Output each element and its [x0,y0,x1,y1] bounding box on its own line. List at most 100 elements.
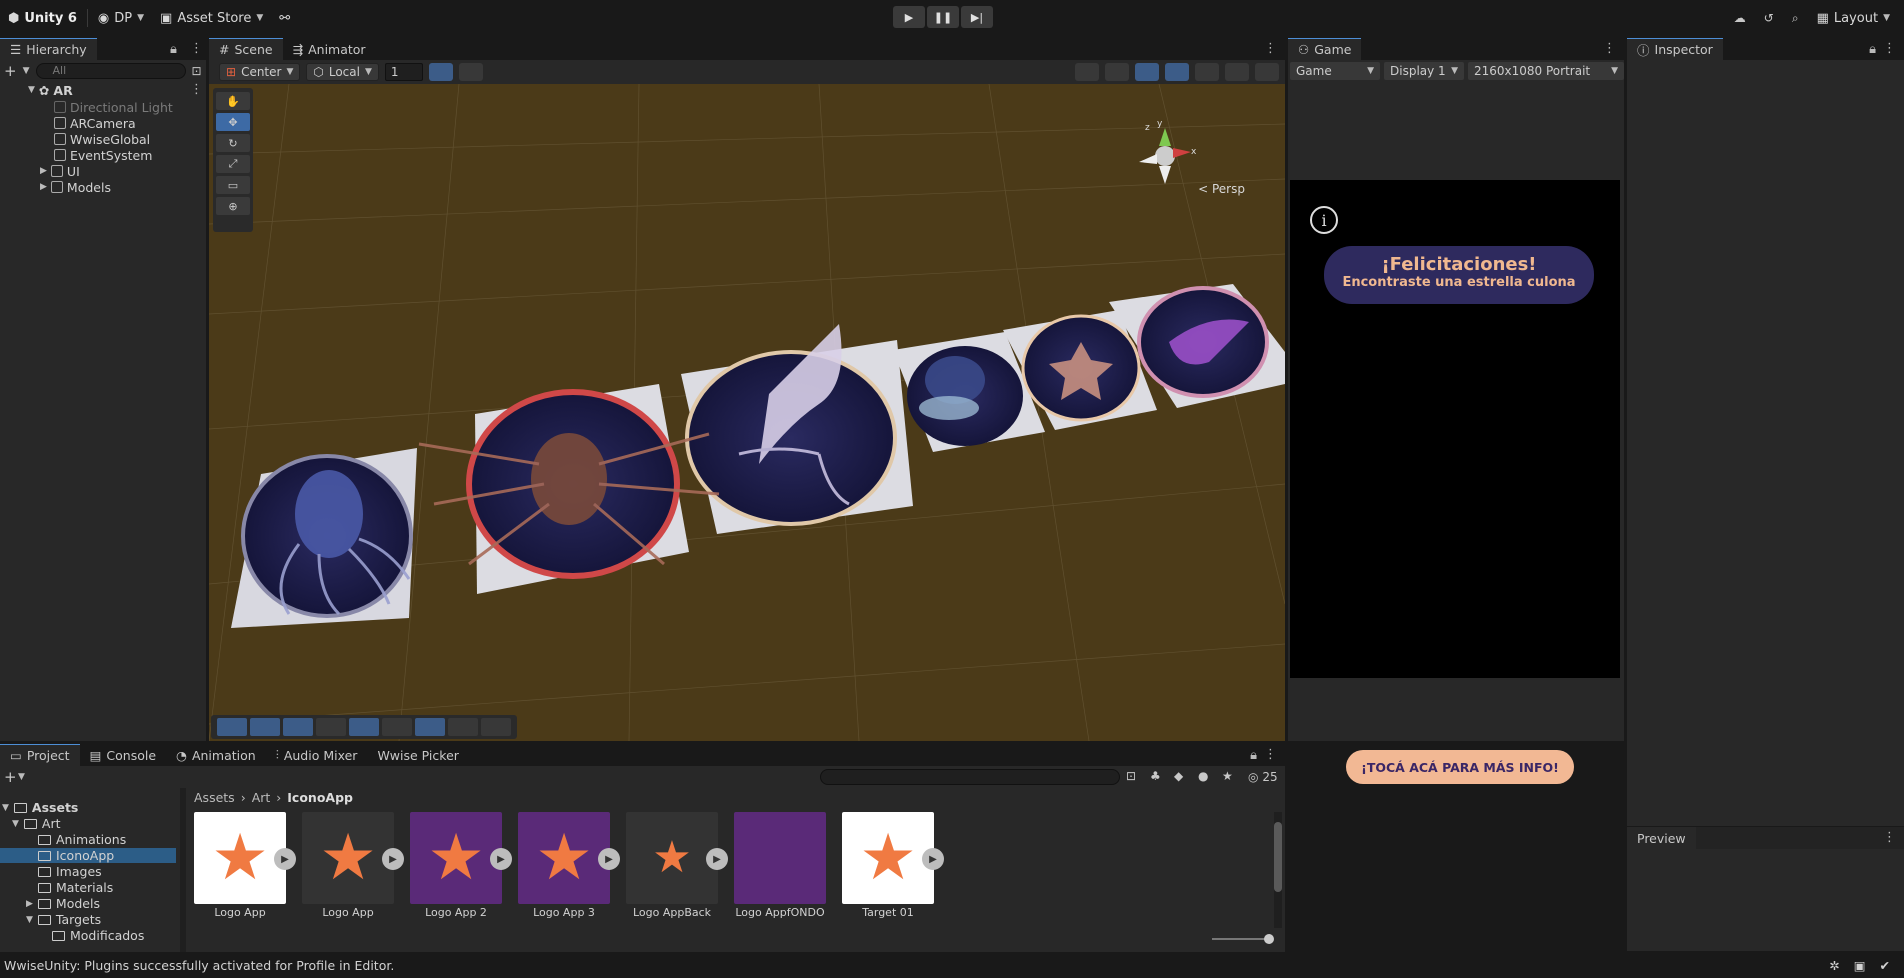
tree-item-models[interactable]: ▶ Models [26,896,100,911]
chevron-right-icon[interactable]: ▶ [40,166,47,176]
layers-dropdown[interactable] [1195,63,1219,81]
overlay-probe-button[interactable] [349,718,379,736]
progress-icon[interactable]: ▣ [1854,958,1866,973]
rotate-tool-button[interactable]: ↻ [216,134,250,152]
tab-wwise-picker[interactable]: Wwise Picker [367,744,468,766]
asset-item[interactable]: ★ ▶ Logo App 2 [402,812,512,922]
display-dropdown[interactable]: Display 1 ▼ [1384,62,1464,80]
audio-toggle-button[interactable] [1135,63,1159,81]
asset-item[interactable]: Logo AppfONDO [726,812,834,922]
play-icon[interactable]: ▶ [598,848,620,870]
tree-item-assets[interactable]: ▼ Assets [2,800,78,815]
rect-tool-button[interactable]: ▭ [216,176,250,194]
unity-logo-menu[interactable]: ⬢ Unity 6 [0,6,85,30]
grid-visibility-button[interactable] [458,63,483,81]
asset-item[interactable]: ★ ▶ Logo App 3 [510,812,620,922]
transform-tool-button[interactable]: ⊕ [216,197,250,215]
overlay-align-button[interactable] [250,718,280,736]
filter-icon[interactable]: ♣ [1150,769,1161,783]
tab-animator[interactable]: ⇶ Animator [283,38,376,60]
tab-project[interactable]: ▭ Project [0,744,80,766]
more-icon[interactable]: ⋮ [1883,830,1896,845]
tab-preview[interactable]: Preview [1627,827,1696,849]
tab-game[interactable]: ⚇ Game [1288,38,1362,60]
hierarchy-item-ui[interactable]: ▶ UI [40,163,80,179]
tab-scene[interactable]: # Scene [209,38,283,60]
info-icon[interactable]: i [1310,206,1338,234]
tab-inspector[interactable]: ⓘ Inspector [1627,38,1723,60]
tree-item-images[interactable]: Images [38,864,102,879]
camera-dropdown[interactable] [1225,63,1249,81]
lock-icon[interactable]: 🔒︎ [1250,748,1257,763]
hierarchy-item-eventsystem[interactable]: EventSystem [54,147,152,163]
status-message[interactable]: WwiseUnity: Plugins successfully activat… [4,958,394,973]
tree-item-iconoapp[interactable]: IconoApp [0,848,176,863]
asset-store-dropdown[interactable]: ▣ Asset Store ▼ [152,6,271,30]
tree-item-art[interactable]: ▼ Art [12,816,61,831]
star-icon[interactable]: ★ [1222,769,1233,783]
grid-snap-button[interactable] [428,63,453,81]
asset-item[interactable]: ★ ▶ Logo App [294,812,404,922]
cloud-icon[interactable]: ☁ [1734,11,1746,25]
tree-item-modificados[interactable]: Modificados [52,928,144,943]
scene-viewport[interactable]: y x z ✋ ✥ ↻ ⤢ ▭ ⊕ < Persp [209,84,1285,741]
step-button[interactable]: ▶| [961,6,993,28]
move-tool-button[interactable]: ✥ [216,113,250,131]
game-view[interactable]: i ¡Felicitaciones! Encontraste una estre… [1290,180,1620,784]
game-mode-dropdown[interactable]: Game ▼ [1290,62,1380,80]
breadcrumb-art[interactable]: Art [252,790,271,805]
overlay-view-button[interactable] [481,718,511,736]
pivot-dropdown[interactable]: ⊞ Center ▼ [219,63,301,81]
version-control-button[interactable]: ⚯ [271,6,298,30]
chevron-down-icon[interactable]: ▼ [23,66,30,76]
play-icon[interactable]: ▶ [706,848,728,870]
tab-hierarchy[interactable]: ☰ Hierarchy [0,38,97,60]
overlay-move-button[interactable] [217,718,247,736]
asset-item[interactable]: ★ ▶ Logo AppBack [618,812,728,922]
overlay-shading-button[interactable] [316,718,346,736]
lighting-toggle-button[interactable] [1105,63,1129,81]
gizmos-dropdown[interactable] [1255,63,1279,81]
overlay-zoom-button[interactable] [382,718,412,736]
tree-item-materials[interactable]: Materials [38,880,113,895]
chevron-down-icon[interactable]: ▼ [28,85,35,95]
hierarchy-search[interactable]: All [35,63,186,79]
asset-item[interactable]: ★ ▶ Logo App [186,812,296,922]
search-icon[interactable]: ⌕ [1792,11,1799,26]
hierarchy-item-arcamera[interactable]: ARCamera [54,115,136,131]
layout-dropdown[interactable]: ▦ Layout ▼ [1817,6,1890,30]
asset-scrollbar[interactable] [1274,812,1282,928]
scale-tool-button[interactable]: ⤢ [216,155,250,173]
more-icon[interactable]: ⋮ [1603,41,1616,56]
hierarchy-item-directional-light[interactable]: Directional Light [54,99,173,115]
pause-button[interactable]: ❚❚ [927,6,959,28]
more-icon[interactable]: ⋮ [1264,747,1277,762]
search-type-icon[interactable]: ⊡ [1126,769,1136,783]
play-icon[interactable]: ▶ [274,848,296,870]
breadcrumb-iconoapp[interactable]: IconoApp [287,790,353,805]
tree-item-targets[interactable]: ▼ Targets [26,912,101,927]
hierarchy-item-models[interactable]: ▶ Models [40,179,111,195]
chevron-down-icon[interactable]: ▼ [18,772,25,782]
chevron-right-icon[interactable]: ▶ [40,182,47,192]
history-icon[interactable]: ↺ [1764,11,1774,25]
overlay-pivot-button[interactable] [415,718,445,736]
account-dropdown[interactable]: ◉ DP ▼ [90,6,152,30]
lock-icon[interactable]: 🔒︎ [1869,42,1876,57]
more-icon[interactable]: ⋮ [1883,41,1896,56]
tree-item-animations[interactable]: Animations [38,832,126,847]
thumbnail-size-slider[interactable] [1212,934,1274,944]
projection-label[interactable]: < Persp [1198,182,1245,196]
tab-console[interactable]: ▤ Console [80,744,166,766]
more-info-button[interactable]: ¡TOCÁ ACÁ PARA MÁS INFO! [1346,750,1574,784]
snap-increment-field[interactable]: 1 [384,63,423,81]
check-icon[interactable]: ✔ [1880,958,1890,973]
hierarchy-item-wwiseglobal[interactable]: WwiseGlobal [54,131,150,147]
overlay-snap-button[interactable] [448,718,478,736]
tab-animation[interactable]: ◔ Animation [166,744,266,766]
lock-icon[interactable]: 🔒︎ [170,42,177,57]
more-icon[interactable]: ⋮ [1264,41,1277,56]
alert-icon[interactable]: ● [1198,769,1208,783]
breadcrumb-assets[interactable]: Assets [194,790,235,805]
project-search[interactable] [820,769,1120,785]
